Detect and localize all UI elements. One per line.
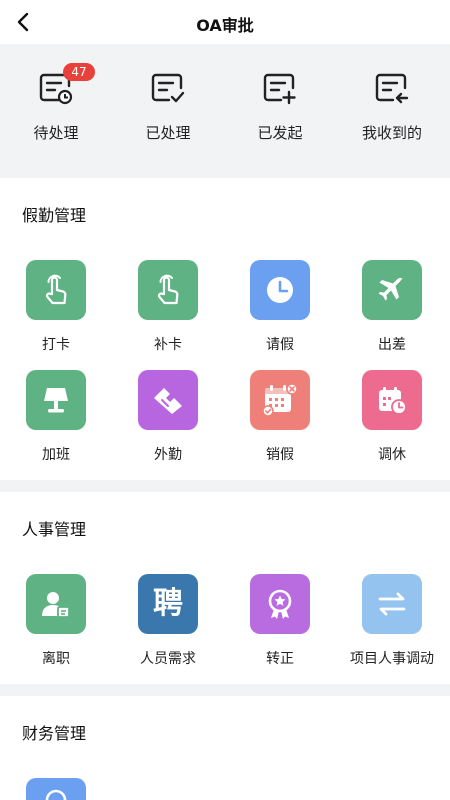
app-makeup-clock[interactable]: 补卡 [112, 260, 224, 354]
app-regularization[interactable]: 转正 [224, 574, 336, 668]
hire-char-icon: 聘 [153, 586, 183, 621]
app-cancel-leave[interactable]: 销假 [224, 370, 336, 464]
app-label: 加班 [42, 447, 70, 463]
app-tile [138, 370, 198, 430]
top-bar: OA审批 [0, 0, 450, 44]
app-tile [362, 370, 422, 430]
app-label: 人员需求 [140, 651, 196, 667]
app-compensatory-leave[interactable]: 调休 [336, 370, 448, 464]
hr-section: 人事管理 离职 聘 人员需求 转正 项目人事调动 [0, 492, 450, 684]
tap-hand-icon [45, 274, 67, 305]
app-leave[interactable]: 请假 [224, 260, 336, 354]
resign-person-icon [42, 592, 70, 618]
app-tile [362, 260, 422, 320]
app-tile [362, 574, 422, 634]
airplane-icon [378, 277, 403, 301]
finance-section: 财务管理 [0, 696, 450, 800]
app-tile [26, 370, 86, 430]
app-tile [138, 260, 198, 320]
app-overtime[interactable]: 加班 [0, 370, 112, 464]
app-project-transfer[interactable]: 项目人事调动 [336, 574, 448, 668]
section-title: 假勤管理 [22, 206, 87, 225]
section-title: 人事管理 [22, 520, 87, 539]
app-tile: 聘 [138, 574, 198, 634]
finance-app-icon [45, 789, 67, 800]
award-icon [268, 589, 292, 619]
quick-action-pending[interactable]: 47 待处理 [0, 63, 112, 143]
app-label: 调休 [378, 447, 406, 463]
quick-action-label: 已处理 [145, 124, 191, 142]
tap-hand-icon [157, 274, 179, 305]
calendar-cancel-icon [262, 383, 298, 417]
app-label: 出差 [378, 337, 406, 353]
calendar-clock-icon [379, 387, 407, 415]
quick-action-initiated[interactable]: 已发起 [224, 70, 336, 143]
app-tile [26, 260, 86, 320]
app-finance-partial[interactable] [0, 778, 112, 800]
initiated-doc-icon [263, 73, 296, 105]
app-label: 打卡 [42, 337, 70, 353]
handshake-icon [154, 388, 182, 414]
pending-count-badge: 47 [63, 63, 95, 81]
processed-doc-icon [151, 73, 185, 103]
quick-action-label: 已发起 [257, 124, 303, 142]
app-clock-in[interactable]: 打卡 [0, 260, 112, 354]
app-label: 外勤 [154, 447, 182, 463]
lamp-icon [44, 388, 68, 413]
app-tile [250, 370, 310, 430]
quick-action-received[interactable]: 我收到的 [336, 70, 448, 143]
app-label: 离职 [42, 651, 70, 667]
app-tile [26, 778, 86, 800]
transfer-arrows-icon [378, 592, 406, 616]
app-tile [26, 574, 86, 634]
quick-action-processed[interactable]: 已处理 [112, 70, 224, 143]
app-resignation[interactable]: 离职 [0, 574, 112, 668]
app-tile [250, 260, 310, 320]
app-staffing-request[interactable]: 聘 人员需求 [112, 574, 224, 668]
app-label: 销假 [266, 447, 294, 463]
quick-actions: 47 待处理 已处理 已发起 我收到的 [0, 44, 450, 178]
app-label: 项目人事调动 [350, 651, 434, 667]
app-label: 请假 [266, 337, 294, 353]
app-label: 补卡 [154, 337, 182, 353]
received-doc-icon [375, 73, 409, 104]
app-tile [250, 574, 310, 634]
page-title: OA审批 [196, 16, 254, 35]
app-label: 转正 [266, 651, 294, 667]
section-title: 财务管理 [22, 724, 87, 743]
attendance-section: 假勤管理 打卡 补卡 请假 出差 加班 外勤 销假 调休 [0, 178, 450, 480]
clock-icon [267, 277, 293, 303]
quick-action-label: 待处理 [33, 124, 79, 142]
app-business-trip[interactable]: 出差 [336, 260, 448, 354]
quick-action-label: 我收到的 [361, 124, 422, 142]
app-field-work[interactable]: 外勤 [112, 370, 224, 464]
